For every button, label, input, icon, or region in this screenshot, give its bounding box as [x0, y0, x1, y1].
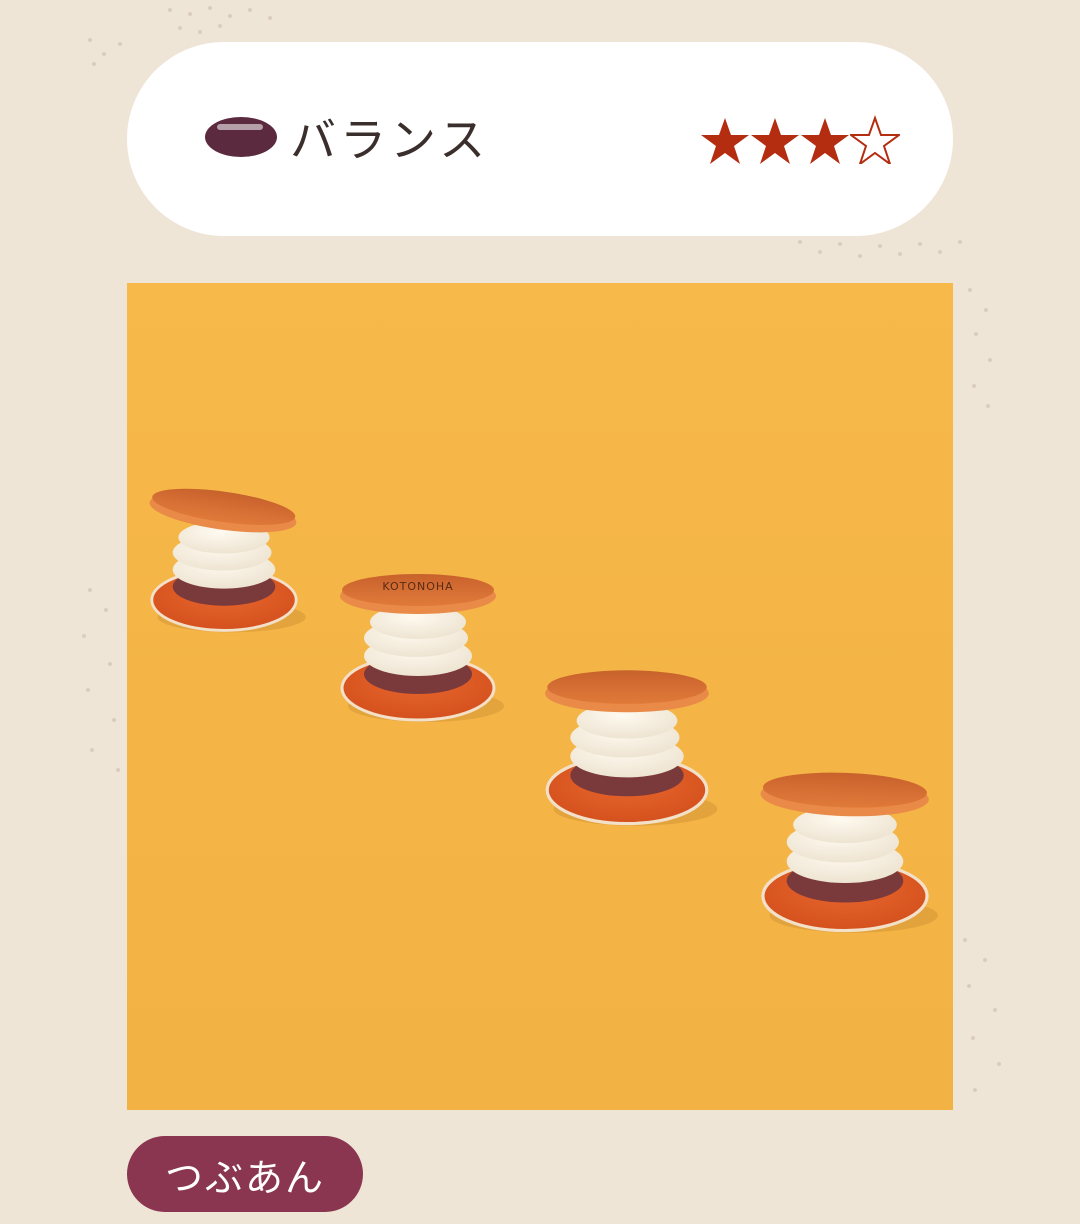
star-filled-icon	[801, 118, 849, 164]
bean-icon	[205, 117, 277, 157]
star-filled-icon	[701, 118, 749, 164]
dorayaki-illustration: KOTONOHA	[149, 488, 938, 933]
star-filled-icon	[751, 118, 799, 164]
filling-tag: つぶあん	[127, 1136, 363, 1212]
dorayaki-3	[545, 670, 718, 826]
dot-texture-bottom-right	[963, 938, 1001, 1092]
dorayaki-2: KOTONOHA	[340, 574, 504, 722]
brand-stamp: KOTONOHA	[382, 580, 453, 593]
dorayaki-4	[760, 772, 938, 933]
dot-texture-left	[82, 588, 120, 772]
star-empty-icon	[850, 114, 900, 164]
dorayaki-1	[149, 488, 306, 633]
dorayaki-photo: KOTONOHA	[127, 283, 953, 1110]
rating-category-label: バランス	[290, 113, 490, 167]
star-rating	[700, 108, 900, 164]
